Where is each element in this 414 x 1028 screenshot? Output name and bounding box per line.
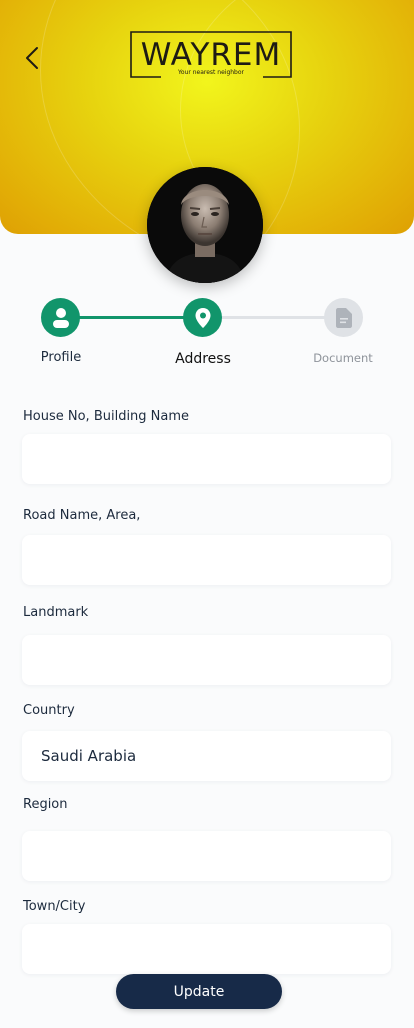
city-label: Town/City bbox=[23, 899, 86, 914]
update-button[interactable]: Update bbox=[116, 974, 282, 1009]
step-address[interactable] bbox=[183, 298, 222, 337]
city-input[interactable] bbox=[22, 924, 391, 974]
chevron-left-icon bbox=[26, 47, 38, 69]
region-input[interactable] bbox=[22, 831, 391, 881]
stepper-line-completed bbox=[60, 316, 202, 319]
brand-logo: WAYREM Your nearest neighbor bbox=[129, 31, 293, 79]
location-pin-icon bbox=[195, 307, 210, 328]
progress-stepper: Profile Address Document bbox=[0, 296, 414, 376]
house-label: House No, Building Name bbox=[23, 409, 190, 424]
road-input[interactable] bbox=[22, 535, 391, 585]
region-label: Region bbox=[23, 797, 68, 812]
house-input[interactable] bbox=[22, 434, 391, 484]
back-button[interactable] bbox=[18, 42, 46, 74]
step-profile[interactable] bbox=[41, 298, 80, 337]
step-address-label: Address bbox=[175, 351, 231, 367]
brand-tagline: Your nearest neighbor bbox=[177, 69, 245, 76]
country-select[interactable]: Saudi Arabia bbox=[22, 731, 391, 781]
profile-photo bbox=[147, 167, 263, 283]
landmark-input[interactable] bbox=[22, 635, 391, 685]
brand-name: WAYREM bbox=[140, 37, 282, 73]
landmark-label: Landmark bbox=[23, 605, 89, 620]
step-document-label: Document bbox=[313, 351, 373, 365]
user-icon bbox=[52, 307, 69, 328]
road-label: Road Name, Area, bbox=[23, 508, 141, 523]
step-document[interactable] bbox=[324, 298, 363, 337]
country-label: Country bbox=[23, 703, 75, 718]
step-profile-label: Profile bbox=[40, 350, 82, 365]
stepper-line-pending bbox=[202, 316, 344, 319]
avatar[interactable] bbox=[147, 167, 263, 283]
document-icon bbox=[335, 307, 352, 328]
